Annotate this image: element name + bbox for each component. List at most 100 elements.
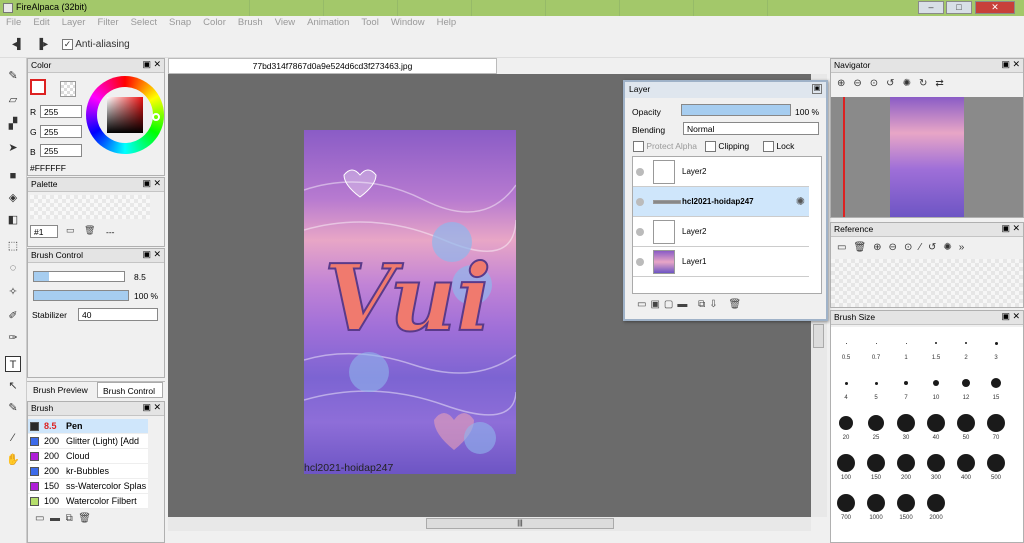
brush-size-cell[interactable]: 10 [921,373,951,401]
new-8bit-layer-icon[interactable]: ▣ [650,299,663,310]
secondary-color-swatch[interactable] [60,81,76,97]
ref-reset-icon[interactable]: ✺ [943,242,958,253]
antialias-toggle[interactable]: ✓ Anti-aliasing [62,39,130,50]
brush-item[interactable]: 200 Glitter (Light) [Add [28,434,148,449]
menu-select[interactable]: Select [125,16,163,32]
pen-tool-icon[interactable]: ✎ [5,68,21,84]
delete-reference-icon[interactable]: 🗑 [853,242,873,253]
panel-controls-icon[interactable]: ▣ ✕ [142,249,161,260]
brush-size-cell[interactable]: 15 [981,373,1011,401]
brush-size-cell[interactable]: 700 [831,493,861,521]
panel-controls-icon[interactable]: ▣ ✕ [142,178,161,189]
protect-alpha-toggle[interactable]: Protect Alpha [633,141,697,153]
move-tool-icon[interactable]: ➤ [5,140,21,156]
dot-tool-icon[interactable]: ▞ [5,116,21,132]
minimize-button[interactable]: – [918,1,944,14]
brush-size-cell[interactable]: 100 [831,453,861,481]
menu-filter[interactable]: Filter [91,16,124,32]
brush-size-cell[interactable]: 5 [861,373,891,401]
fill-rect-icon[interactable]: ■ [5,168,21,184]
brush-size-cell[interactable]: 70 [981,413,1011,441]
brush-size-cell[interactable]: 7 [891,373,921,401]
zoom-out-icon[interactable]: ⊖ [853,78,869,89]
horizontal-scrollbar[interactable]: ||| [168,517,811,531]
expand-right-icon[interactable]: ▐▸ [36,39,48,50]
brush-size-cell[interactable]: 150 [861,453,891,481]
brush-size-cell[interactable]: 2000 [921,493,951,521]
brush-size-cell[interactable]: 1000 [861,493,891,521]
layer-row[interactable]: Layer2 [633,217,809,247]
brush-item[interactable]: 100 Watercolor Filbert [28,494,148,509]
layer-opacity-slider[interactable] [681,104,791,116]
horizontal-scroll-thumb[interactable]: ||| [426,518,614,529]
menu-view[interactable]: View [269,16,301,32]
brush-size-cell[interactable]: 12 [951,373,981,401]
brush-item[interactable]: 8.5 Pen [28,419,148,434]
reference-view[interactable] [831,259,1023,307]
delete-palette-icon[interactable]: 🗑 [84,225,95,236]
layer-row[interactable]: Layer2 [633,157,809,187]
brush-size-cell[interactable]: 500 [981,453,1011,481]
tab-brush-preview[interactable]: Brush Preview [33,385,88,395]
operation-tool-icon[interactable]: ↖ [5,378,21,394]
folder-icon[interactable]: ▬ [50,513,60,524]
document-tab[interactable]: 77bd314f7867d0a9e524d6cd3f273463.jpg [168,58,497,74]
text-tool-icon[interactable]: T [5,356,21,372]
duplicate-icon[interactable]: ⧉ [66,513,73,524]
brush-size-cell[interactable]: 1500 [891,493,921,521]
visibility-icon[interactable] [636,198,644,206]
palette-select[interactable]: #1 [30,225,58,238]
tab-brush-control[interactable]: Brush Control [97,382,163,398]
antialias-checkbox[interactable]: ✓ [62,39,73,50]
visibility-icon[interactable] [636,258,644,266]
new-layer-icon[interactable]: ▭ [637,299,650,310]
visibility-icon[interactable] [636,168,644,176]
gradient-tool-icon[interactable]: ◧ [5,212,21,228]
ref-zoom-fit-icon[interactable]: ⊙ [904,242,919,253]
brush-size-cell[interactable]: 50 [951,413,981,441]
menu-layer[interactable]: Layer [56,16,92,32]
layer-settings-icon[interactable]: ✺ [796,195,805,208]
saturation-square[interactable] [107,97,143,133]
color-wheel[interactable] [86,76,164,154]
visibility-icon[interactable] [636,228,644,236]
collapse-left-icon[interactable]: ◂▌ [12,39,24,50]
menu-file[interactable]: File [0,16,27,32]
size-slider[interactable] [33,271,125,282]
flip-icon[interactable]: ⇄ [935,78,951,89]
lasso-tool-icon[interactable]: ◌ [5,260,21,276]
new-folder-icon[interactable]: ▬ [677,299,691,310]
ref-eyedropper-icon[interactable]: ⁄ [919,242,928,253]
brush-size-cell[interactable]: 300 [921,453,951,481]
clipping-checkbox[interactable] [705,141,716,153]
hue-handle[interactable] [152,113,160,121]
brush-size-cell[interactable]: 400 [951,453,981,481]
duplicate-layer-icon[interactable]: ⧉ [698,299,709,310]
protect-alpha-checkbox[interactable] [633,141,644,153]
g-input[interactable]: 255 [40,125,82,138]
b-input[interactable]: 255 [40,144,82,157]
new-brush-icon[interactable]: ▭ [35,513,44,524]
eraser-tool-icon[interactable]: ▱ [5,92,21,108]
open-reference-icon[interactable]: ▭ [837,242,853,253]
ref-rotate-left-icon[interactable]: ↺ [928,242,943,253]
zoom-in-icon[interactable]: ⊕ [837,78,853,89]
panel-controls-icon[interactable]: ▣ ✕ [1001,311,1020,322]
brush-size-cell[interactable]: 3 [981,333,1011,361]
menu-edit[interactable]: Edit [27,16,55,32]
blending-select[interactable]: Normal [683,122,819,135]
eyedropper-icon[interactable]: ⁄ [5,430,21,446]
reset-rotation-icon[interactable]: ✺ [903,78,919,89]
menu-help[interactable]: Help [431,16,463,32]
zoom-fit-icon[interactable]: ⊙ [870,78,886,89]
panel-controls-icon[interactable]: ▣ ✕ [142,59,161,70]
maximize-button[interactable]: □ [946,1,972,14]
brush-size-cell[interactable]: 1.5 [921,333,951,361]
brush-size-cell[interactable]: 0.7 [861,333,891,361]
layer-row[interactable]: Layer1 [633,247,809,277]
close-button[interactable]: ✕ [975,1,1015,14]
canvas-image[interactable]: Vui hcl2021-hoidap247 [304,130,516,474]
menu-tool[interactable]: Tool [355,16,384,32]
bucket-tool-icon[interactable]: ◈ [5,190,21,206]
panel-controls-icon[interactable]: ▣ ✕ [1001,59,1020,70]
